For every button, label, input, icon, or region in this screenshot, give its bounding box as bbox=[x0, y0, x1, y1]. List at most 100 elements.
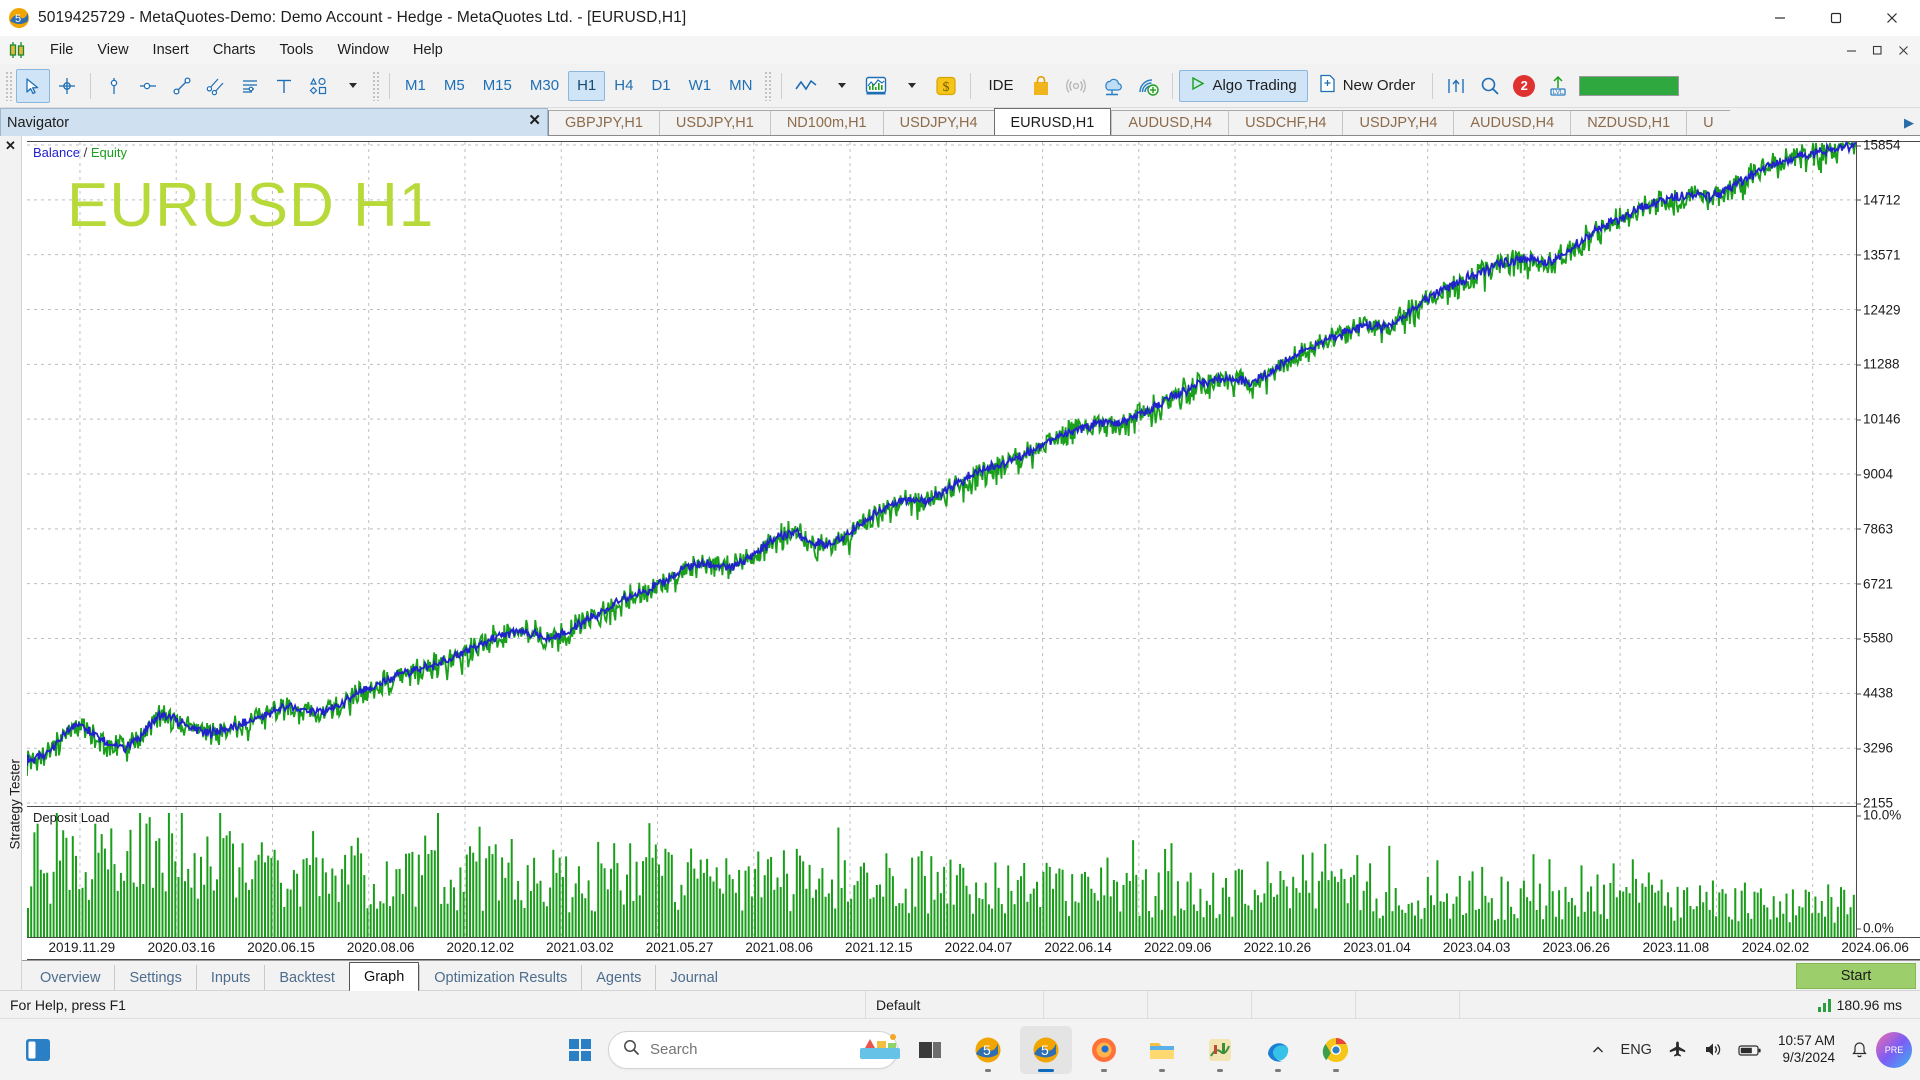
timeframe-h4-button[interactable]: H4 bbox=[605, 71, 642, 101]
tab-journal[interactable]: Journal bbox=[655, 965, 732, 990]
taskbar-app-mt5-1[interactable]: 5 bbox=[962, 1026, 1014, 1074]
notifications-button[interactable]: 2 bbox=[1507, 69, 1541, 103]
chart-tab-gbpjpy-h1[interactable]: GBPJPY,H1 bbox=[548, 110, 659, 135]
mdi-minimize-button[interactable] bbox=[1838, 39, 1864, 61]
signals-icon[interactable] bbox=[1058, 69, 1094, 103]
maximize-button[interactable] bbox=[1808, 0, 1864, 36]
taskbar-app-firefox[interactable] bbox=[1078, 1026, 1130, 1074]
start-button[interactable]: Start bbox=[1796, 963, 1916, 989]
chart-tab-nzdusd-h1[interactable]: NZDUSD,H1 bbox=[1570, 110, 1687, 135]
dollar-icon[interactable]: $ bbox=[928, 69, 964, 103]
close-button[interactable] bbox=[1864, 0, 1920, 36]
taskbar-app-mt5-active[interactable]: 5 bbox=[1020, 1025, 1072, 1074]
airplane-mode-icon[interactable] bbox=[1660, 1027, 1695, 1073]
timeframe-m15-button[interactable]: M15 bbox=[474, 71, 521, 101]
market-bag-icon[interactable] bbox=[1024, 69, 1058, 103]
balance-equity-panel[interactable]: Balance / Equity EURUSD H1 bbox=[27, 142, 1856, 807]
crosshair-tool-button[interactable] bbox=[50, 69, 84, 103]
tab-settings[interactable]: Settings bbox=[114, 965, 195, 990]
ide-button[interactable]: IDE bbox=[977, 70, 1024, 102]
menu-tools[interactable]: Tools bbox=[268, 39, 326, 61]
connection-status[interactable]: 180.96 ms bbox=[1817, 997, 1920, 1013]
menu-help[interactable]: Help bbox=[401, 39, 455, 61]
chart-tabs-scroll-right-icon[interactable]: ▶ bbox=[1898, 110, 1920, 135]
menu-window[interactable]: Window bbox=[325, 39, 401, 61]
level-meter-icon[interactable]: LVL bbox=[1541, 69, 1575, 103]
language-indicator[interactable]: ENG bbox=[1613, 1027, 1660, 1073]
search-icon[interactable] bbox=[1473, 69, 1507, 103]
channel-tool-button[interactable] bbox=[199, 69, 233, 103]
tab-backtest[interactable]: Backtest bbox=[264, 965, 349, 990]
chart-tab-usdjpy-h4[interactable]: USDJPY,H4 bbox=[882, 110, 994, 135]
timeframe-m30-button[interactable]: M30 bbox=[521, 71, 568, 101]
search-input[interactable] bbox=[650, 1041, 849, 1058]
tab-overview[interactable]: Overview bbox=[26, 965, 114, 990]
chart-tab-usdchf-h4[interactable]: USDCHF,H4 bbox=[1228, 110, 1343, 135]
copilot-icon[interactable]: PRE bbox=[1876, 1031, 1912, 1068]
taskbar-app-edge[interactable] bbox=[1252, 1026, 1304, 1074]
toolbar-grip-3[interactable] bbox=[764, 70, 773, 101]
chart-tab-eurusd-h1[interactable]: EURUSD,H1 bbox=[993, 108, 1112, 135]
timeframe-mn-button[interactable]: MN bbox=[720, 71, 761, 101]
tab-agents[interactable]: Agents bbox=[581, 965, 655, 990]
x-axis[interactable]: 2019.11.29 2020.03.16 2020.06.15 2020.08.06… bbox=[27, 937, 1920, 959]
chart-type-dropdown-button[interactable] bbox=[824, 69, 858, 103]
algo-trading-button[interactable]: Algo Trading bbox=[1179, 69, 1308, 102]
taskbar-search[interactable] bbox=[608, 1030, 900, 1069]
trendline-tool-button[interactable] bbox=[165, 69, 199, 103]
vertical-line-tool-button[interactable] bbox=[97, 69, 131, 103]
navigator-close-icon[interactable]: ✕ bbox=[528, 113, 541, 128]
timeframe-d1-button[interactable]: D1 bbox=[642, 71, 679, 101]
chart-tab-usdjpy-h1[interactable]: USDJPY,H1 bbox=[658, 110, 770, 135]
indicators-dropdown-button[interactable] bbox=[894, 69, 928, 103]
chart-tab-nd100m-h1[interactable]: ND100m,H1 bbox=[769, 110, 883, 135]
vps-cloud-icon[interactable] bbox=[1094, 69, 1130, 103]
y-axis[interactable]: 15854 14712 13571 12429 11288 10146 9004 7863 67… bbox=[1856, 138, 1920, 937]
tab-inputs[interactable]: Inputs bbox=[195, 965, 265, 990]
mdi-restore-button[interactable] bbox=[1864, 39, 1890, 61]
cursor-tool-button[interactable] bbox=[16, 68, 50, 103]
timeframe-w1-button[interactable]: W1 bbox=[680, 71, 721, 101]
minimize-button[interactable] bbox=[1752, 0, 1808, 36]
menu-file[interactable]: File bbox=[38, 39, 85, 61]
start-menu-button[interactable] bbox=[558, 1028, 602, 1072]
notifications-bell-icon[interactable] bbox=[1843, 1027, 1876, 1073]
timeframe-m1-button[interactable]: M1 bbox=[396, 71, 435, 101]
timeframe-m5-button[interactable]: M5 bbox=[435, 71, 474, 101]
text-tool-button[interactable] bbox=[267, 69, 301, 103]
menu-charts[interactable]: Charts bbox=[201, 39, 268, 61]
line-chart-icon[interactable] bbox=[788, 69, 824, 103]
tab-graph[interactable]: Graph bbox=[348, 962, 420, 991]
mdi-close-button[interactable] bbox=[1890, 39, 1916, 61]
battery-icon[interactable] bbox=[1730, 1027, 1770, 1073]
toolbar-grip-2[interactable] bbox=[372, 70, 380, 101]
tray-expand-icon[interactable] bbox=[1583, 1027, 1613, 1073]
chart-tab-audusd-h4[interactable]: AUDUSD,H4 bbox=[1111, 110, 1229, 135]
taskbar-app-mt4[interactable] bbox=[1194, 1026, 1246, 1074]
tab-optimization-results[interactable]: Optimization Results bbox=[419, 965, 581, 990]
taskbar-app-file-explorer[interactable] bbox=[1136, 1026, 1188, 1074]
chart-tab-partial[interactable]: U bbox=[1686, 110, 1730, 135]
volume-icon[interactable] bbox=[1695, 1027, 1730, 1073]
horizontal-line-tool-button[interactable] bbox=[131, 69, 165, 103]
taskbar-clock[interactable]: 10:57 AM 9/3/2024 bbox=[1770, 1033, 1843, 1067]
menu-insert[interactable]: Insert bbox=[141, 39, 201, 61]
strategy-tester-close-icon[interactable]: ✕ bbox=[5, 138, 16, 154]
chart-tab-audusd-h4-2[interactable]: AUDUSD,H4 bbox=[1453, 110, 1571, 135]
menu-view[interactable]: View bbox=[85, 39, 140, 61]
chart-tab-usdjpy-h4-2[interactable]: USDJPY,H4 bbox=[1342, 110, 1454, 135]
autoscroll-icon[interactable] bbox=[1439, 69, 1473, 103]
add-connection-icon[interactable] bbox=[1130, 69, 1166, 103]
timeframe-h1-button[interactable]: H1 bbox=[568, 70, 606, 101]
indicators-icon[interactable] bbox=[858, 69, 894, 103]
navigator-panel-header[interactable]: Navigator ✕ bbox=[0, 108, 548, 136]
toolbar-grip[interactable] bbox=[5, 70, 13, 101]
taskbar-app-task-view[interactable] bbox=[904, 1026, 956, 1074]
new-order-button[interactable]: New Order bbox=[1308, 70, 1427, 102]
taskbar-widgets-button[interactable] bbox=[0, 1035, 75, 1065]
taskbar-app-chrome[interactable] bbox=[1310, 1026, 1362, 1074]
status-profile[interactable]: Default bbox=[866, 990, 1044, 1019]
shapes-dropdown-button[interactable] bbox=[335, 69, 369, 103]
fibonacci-tool-button[interactable] bbox=[233, 69, 267, 103]
deposit-load-panel[interactable]: Deposit Load bbox=[27, 807, 1856, 937]
